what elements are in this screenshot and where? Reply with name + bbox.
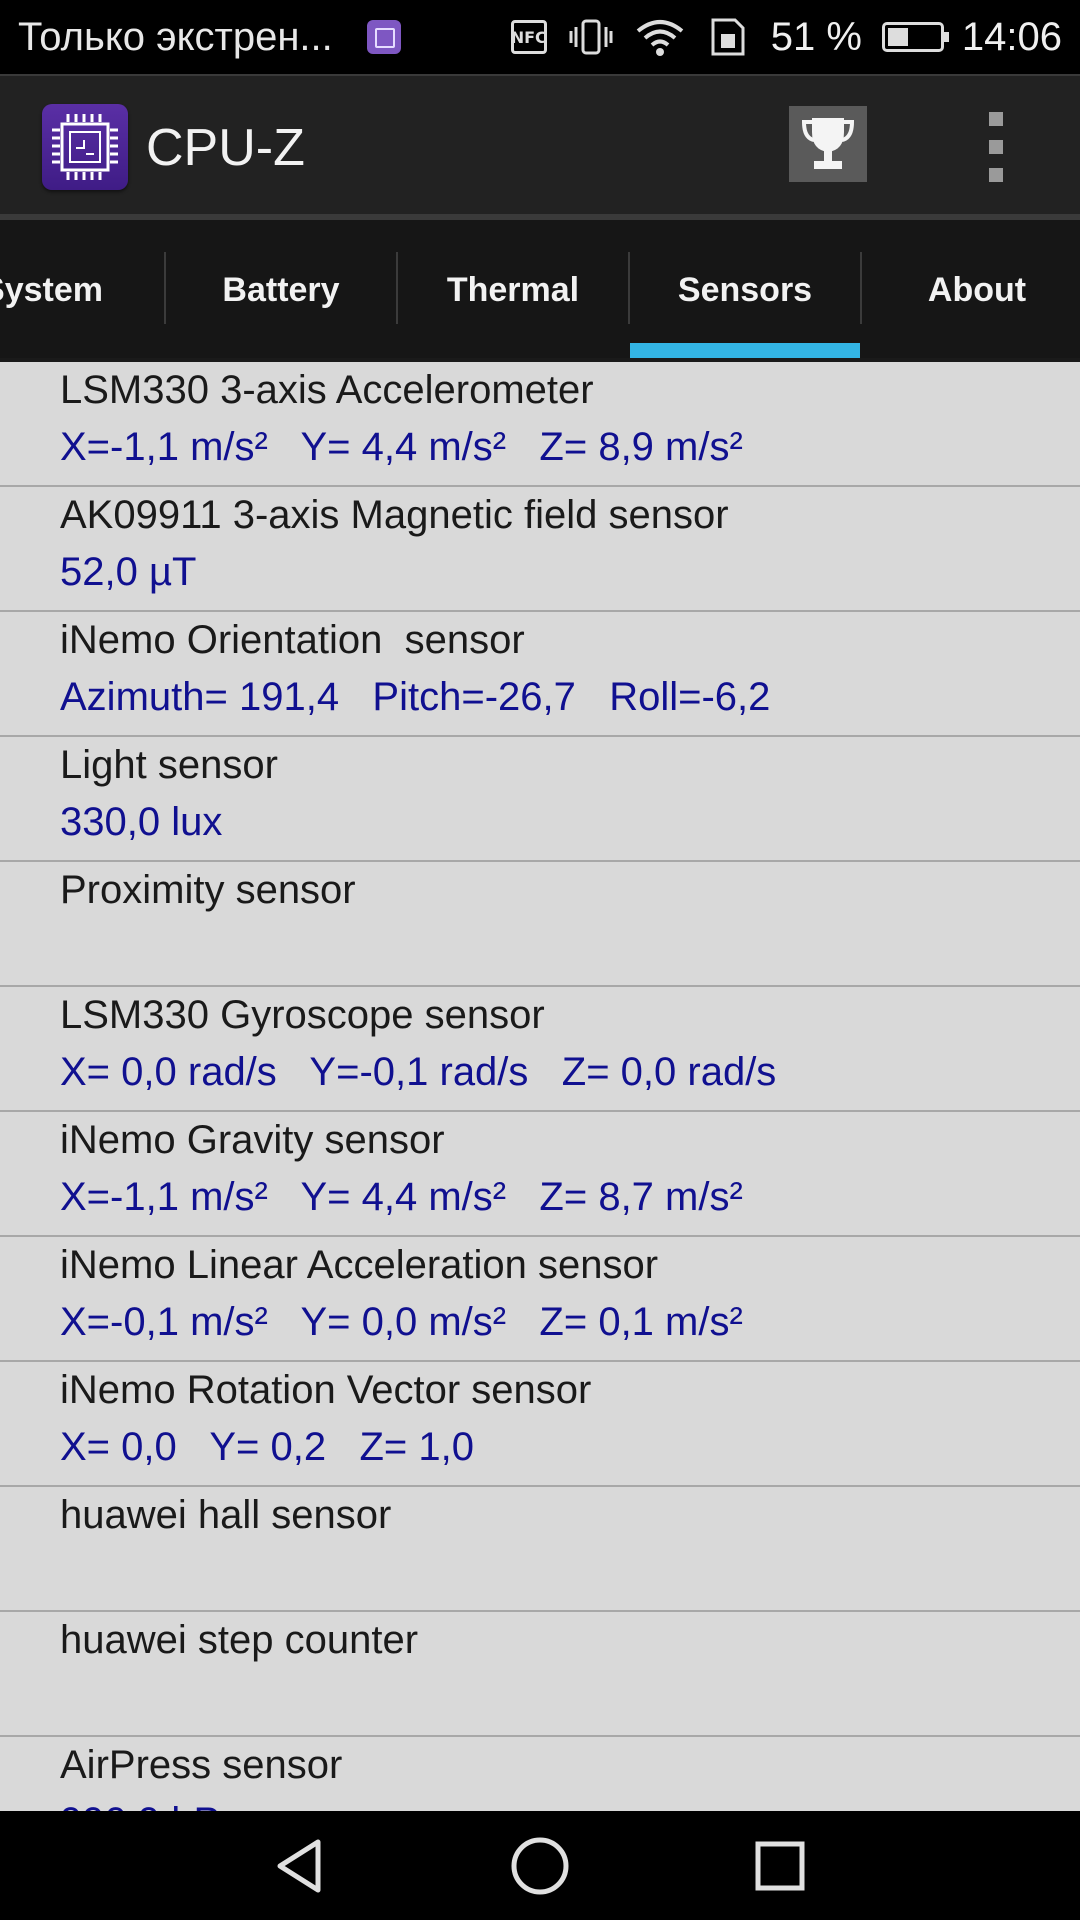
back-icon[interactable] (260, 1831, 340, 1901)
tab-bar: System Battery Thermal Sensors About (0, 220, 1080, 360)
navigation-bar (0, 1811, 1080, 1920)
sensor-item-accelerometer: LSM330 3-axis Accelerometer X=-1,1 m/s² … (0, 362, 1080, 487)
sensor-name: iNemo Linear Acceleration sensor (60, 1243, 659, 1287)
sensor-value: 52,0 µT (60, 550, 197, 594)
recents-icon[interactable] (740, 1831, 820, 1901)
sensor-item-rotation-vector: iNemo Rotation Vector sensor X= 0,0 Y= 0… (0, 1362, 1080, 1487)
trophy-button[interactable] (789, 106, 867, 182)
sensor-item-proximity: Proximity sensor (0, 862, 1080, 987)
sensor-name: iNemo Gravity sensor (60, 1118, 445, 1162)
app-bar: CPU-Z (0, 74, 1080, 218)
sensor-item-step-counter: huawei step counter (0, 1612, 1080, 1737)
sensor-value: X= 0,0 rad/s Y=-0,1 rad/s Z= 0,0 rad/s (60, 1050, 777, 1094)
sensor-value: Azimuth= 191,4 Pitch=-26,7 Roll=-6,2 (60, 675, 771, 719)
trophy-icon (801, 118, 855, 169)
sensor-value: 990,9 hPa (60, 1800, 242, 1811)
carrier-text: Только экстрен... (18, 14, 333, 59)
sensor-item-airpress: AirPress sensor 990,9 hPa (0, 1737, 1080, 1811)
sensor-item-hall: huawei hall sensor (0, 1487, 1080, 1612)
clock: 14:06 (961, 14, 1062, 59)
sensor-name: huawei step counter (60, 1618, 419, 1662)
overflow-dot (989, 140, 1003, 154)
overflow-dot (989, 112, 1003, 126)
sensor-name: LSM330 Gyroscope sensor (60, 993, 545, 1037)
sensor-item-light: Light sensor 330,0 lux (0, 737, 1080, 862)
sensor-value: X=-1,1 m/s² Y= 4,4 m/s² Z= 8,9 m/s² (60, 425, 743, 469)
sensor-name: AirPress sensor (60, 1743, 343, 1787)
sensor-name: iNemo Rotation Vector sensor (60, 1368, 592, 1412)
app-title: CPU-Z (146, 119, 305, 177)
tab-about[interactable]: About (862, 220, 1080, 360)
home-icon[interactable] (500, 1831, 580, 1901)
overflow-menu-icon[interactable] (968, 112, 1024, 182)
sensor-value: 330,0 lux (60, 800, 223, 844)
sensor-value: X=-1,1 m/s² Y= 4,4 m/s² Z= 8,7 m/s² (60, 1175, 743, 1219)
sim-icon (707, 16, 749, 58)
battery-percent: 51 % (770, 14, 862, 59)
vibrate-icon (569, 17, 613, 57)
tab-battery[interactable]: Battery (166, 220, 396, 360)
sensor-item-gyroscope: LSM330 Gyroscope sensor X= 0,0 rad/s Y=-… (0, 987, 1080, 1112)
sensor-name: iNemo Orientation sensor (60, 618, 525, 662)
overflow-dot (989, 168, 1003, 182)
status-right: NFC 51 % 14:06 (511, 12, 1062, 62)
screen: Только экстрен... NFC 51 % 14:06 CPU-Z y… (0, 0, 1080, 1920)
sensor-name: Proximity sensor (60, 868, 356, 912)
wifi-icon (635, 17, 685, 57)
sensor-list[interactable]: LSM330 3-axis Accelerometer X=-1,1 m/s² … (0, 362, 1080, 1811)
sensor-name: AK09911 3-axis Magnetic field sensor (60, 493, 729, 537)
sensor-name: LSM330 3-axis Accelerometer (60, 368, 594, 412)
battery-icon (881, 22, 949, 52)
sensor-item-gravity: iNemo Gravity sensor X=-1,1 m/s² Y= 4,4 … (0, 1112, 1080, 1237)
tab-thermal[interactable]: Thermal (398, 220, 628, 360)
sensor-name: huawei hall sensor (60, 1493, 392, 1537)
sensor-item-magnetic-field: AK09911 3-axis Magnetic field sensor 52,… (0, 487, 1080, 612)
sensor-item-linear-acceleration: iNemo Linear Acceleration sensor X=-0,1 … (0, 1237, 1080, 1362)
status-left: Только экстрен... (18, 12, 401, 62)
sensor-name: Light sensor (60, 743, 278, 787)
nfc-icon: NFC (511, 20, 547, 54)
media-icon (366, 20, 401, 54)
app-logo-icon (42, 104, 128, 190)
status-bar: Только экстрен... NFC 51 % 14:06 (0, 0, 1080, 74)
active-tab-indicator (630, 343, 860, 359)
tab-system[interactable]: System (0, 220, 165, 360)
sensor-value: X= 0,0 Y= 0,2 Z= 1,0 (60, 1425, 474, 1469)
tab-sensors[interactable]: Sensors (630, 220, 860, 360)
sensor-value: X=-0,1 m/s² Y= 0,0 m/s² Z= 0,1 m/s² (60, 1300, 743, 1344)
sensor-item-orientation: iNemo Orientation sensor Azimuth= 191,4 … (0, 612, 1080, 737)
